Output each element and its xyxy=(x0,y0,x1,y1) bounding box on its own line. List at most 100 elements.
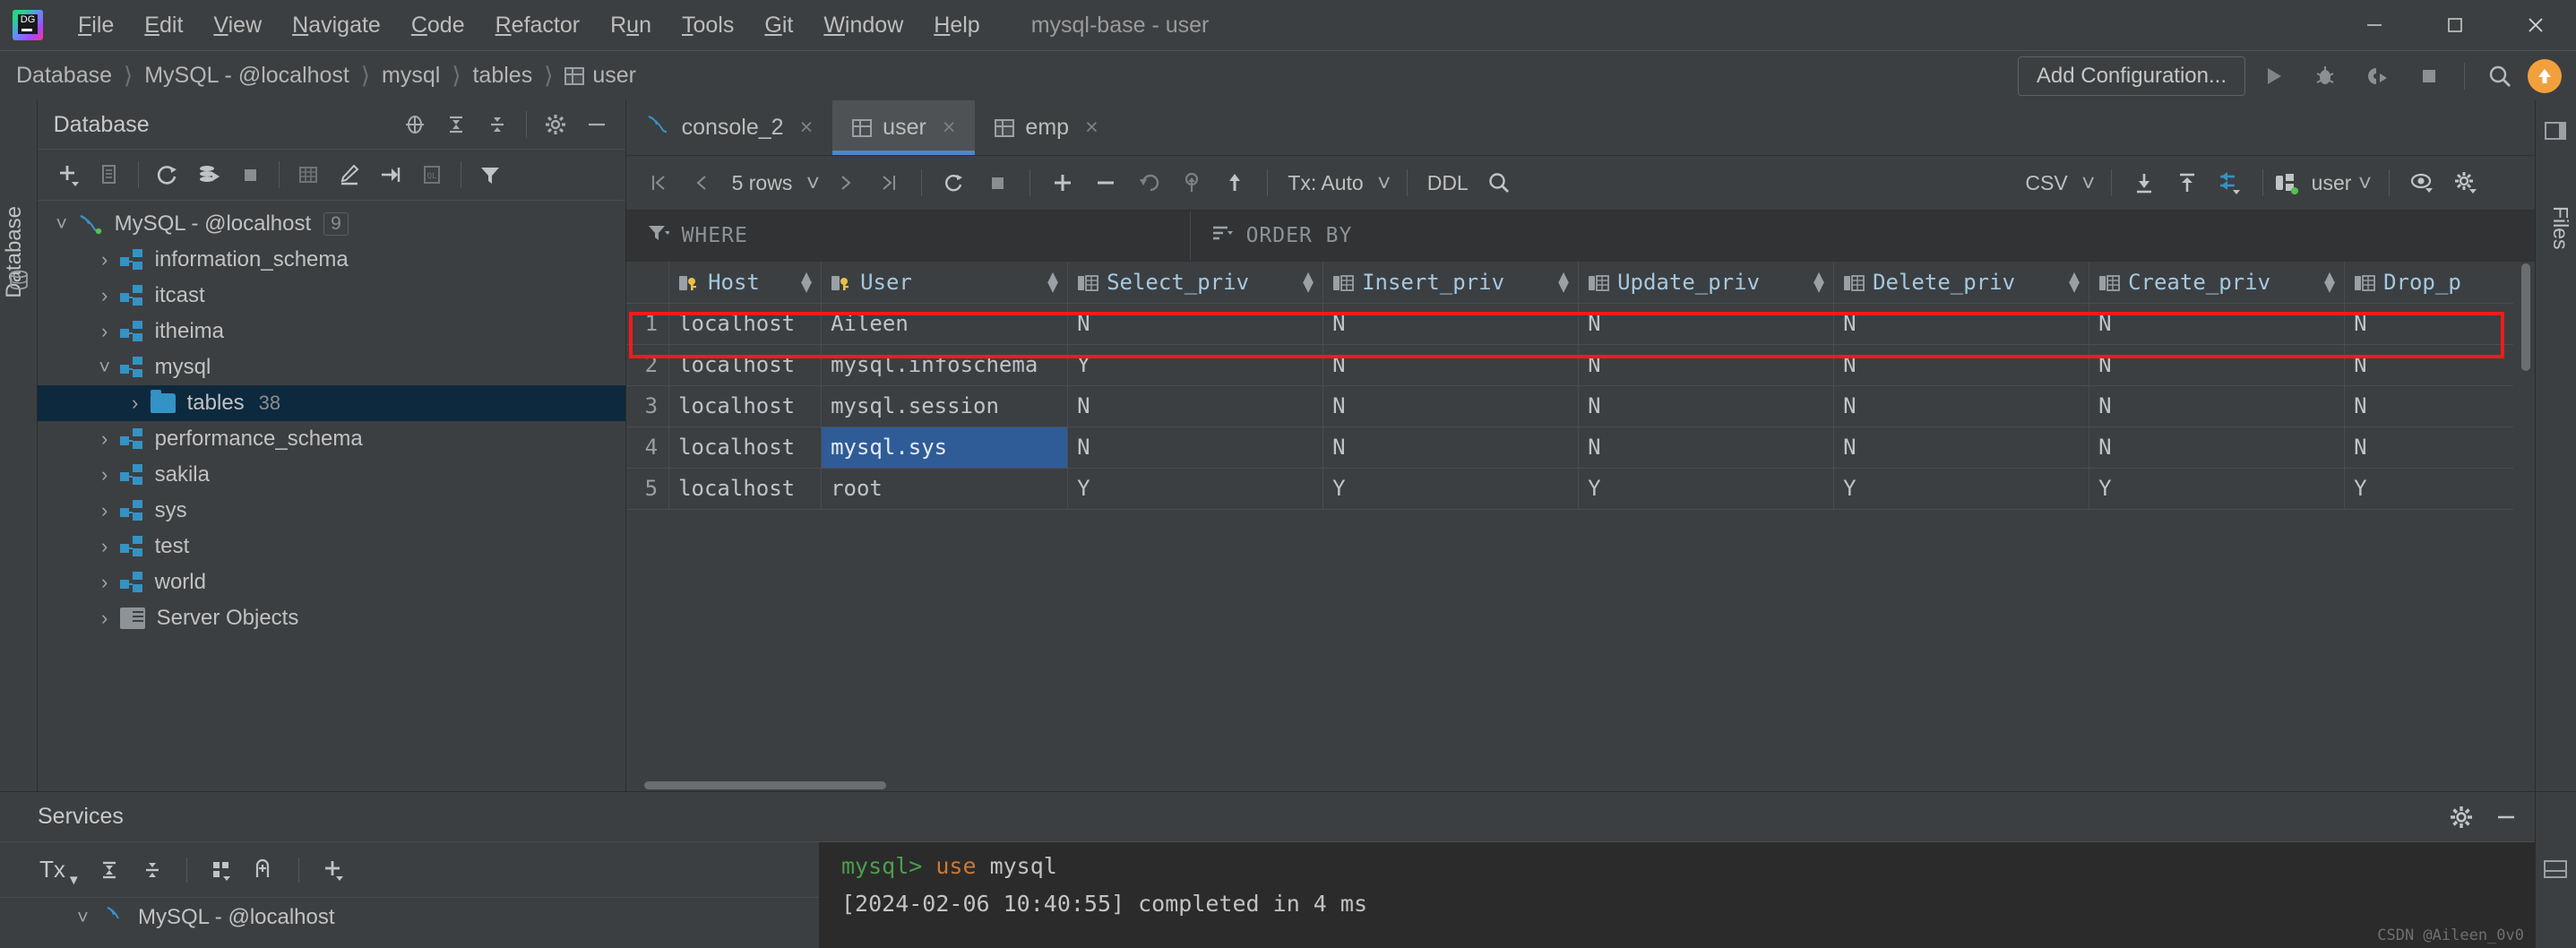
cell-drop_priv[interactable]: N xyxy=(2344,427,2536,469)
layout-icon[interactable] xyxy=(2543,858,2568,880)
tree-item-connection[interactable]: ˅ MySQL - @localhost 9 xyxy=(38,206,625,242)
services-tree-item[interactable]: ˅ MySQL - @localhost xyxy=(77,901,819,934)
tree-item-server-objects[interactable]: › Server Objects xyxy=(38,600,625,636)
filter-icon[interactable] xyxy=(470,155,510,194)
menu-edit[interactable]: Edit xyxy=(129,9,198,42)
prev-page-icon[interactable] xyxy=(680,161,723,204)
reload-icon[interactable] xyxy=(933,161,976,204)
cell-user-selected[interactable]: mysql.sys xyxy=(821,427,1069,469)
cell-create_priv[interactable]: N xyxy=(2089,385,2346,427)
add-row-icon[interactable] xyxy=(1041,161,1084,204)
chevron-down-icon[interactable]: ˅ xyxy=(1373,161,1396,204)
chevron-down-icon[interactable]: ˅ xyxy=(90,356,120,379)
cell-create_priv[interactable]: N xyxy=(2089,427,2346,469)
tab-console_2[interactable]: console_2 × xyxy=(626,100,833,155)
first-page-icon[interactable] xyxy=(637,161,680,204)
column-header-user[interactable]: User ▲ ▼ xyxy=(821,262,1069,304)
cell-delete_priv[interactable]: N xyxy=(1833,303,2090,345)
tree-item-sakila[interactable]: › sakila xyxy=(38,457,625,493)
chevron-right-icon[interactable]: › xyxy=(90,535,120,558)
cell-user[interactable]: mysql.session xyxy=(821,385,1069,427)
delete-row-icon[interactable] xyxy=(1084,161,1127,204)
close-icon[interactable]: × xyxy=(800,115,814,141)
group-icon[interactable] xyxy=(202,850,241,890)
cell-select_priv[interactable]: N xyxy=(1067,385,1324,427)
search-everywhere-icon[interactable] xyxy=(2476,56,2524,97)
cell-delete_priv[interactable]: N xyxy=(1833,385,2090,427)
transaction-mode-label[interactable]: Tx: Auto xyxy=(1279,171,1372,195)
jump-to-icon[interactable] xyxy=(371,155,410,194)
cell-user[interactable]: mysql.infoschema xyxy=(821,344,1069,386)
tree-item-mysql[interactable]: ˅ mysql xyxy=(38,349,625,385)
sort-indicator-icon[interactable]: ▲ ▼ xyxy=(1814,267,1824,295)
schema-selector-label[interactable]: user xyxy=(2312,171,2352,195)
cell-user[interactable]: root xyxy=(821,468,1069,510)
add-icon[interactable] xyxy=(314,850,353,890)
run-icon[interactable] xyxy=(2249,56,2297,97)
tree-item-world[interactable]: › world xyxy=(38,564,625,600)
table-row[interactable]: 1 localhost Aileen N N N N N N xyxy=(625,303,2536,345)
data-extractor-icon[interactable] xyxy=(2209,161,2252,204)
table-row[interactable]: 4 localhost mysql.sys N N N N N N xyxy=(625,427,2536,469)
cell-create_priv[interactable]: Y xyxy=(2089,468,2346,510)
where-filter[interactable]: WHERE xyxy=(626,211,1191,261)
debug-icon[interactable] xyxy=(2301,56,2349,97)
chevron-down-icon[interactable]: ˅ xyxy=(77,906,104,929)
expand-all-icon[interactable] xyxy=(436,105,476,144)
expand-all-icon[interactable] xyxy=(90,850,129,890)
chevron-right-icon[interactable]: › xyxy=(90,571,120,594)
stop-icon[interactable] xyxy=(976,161,1019,204)
menu-git[interactable]: Git xyxy=(749,9,808,42)
hide-icon[interactable] xyxy=(577,105,616,144)
chevron-right-icon[interactable]: › xyxy=(90,607,120,630)
vertical-scrollbar[interactable] xyxy=(2513,262,2536,791)
cell-delete_priv[interactable]: N xyxy=(1833,344,2090,386)
search-icon[interactable] xyxy=(1478,161,1521,204)
revert-icon[interactable] xyxy=(1127,161,1170,204)
menu-file[interactable]: File xyxy=(63,9,129,42)
row-count-label[interactable]: 5 rows xyxy=(723,171,802,195)
import-icon[interactable] xyxy=(2166,161,2209,204)
query-console-icon[interactable]: QL xyxy=(412,155,452,194)
settings-icon[interactable] xyxy=(2443,161,2486,204)
chevron-right-icon[interactable]: › xyxy=(90,320,120,343)
menu-window[interactable]: Window xyxy=(808,9,918,42)
chevron-down-icon[interactable]: ˅ xyxy=(47,212,77,236)
table-row[interactable]: 2 localhost mysql.infoschema Y N N N N N xyxy=(625,344,2536,386)
close-icon[interactable]: × xyxy=(1085,115,1098,141)
cell-delete_priv[interactable]: Y xyxy=(1833,468,2090,510)
tab-emp[interactable]: emp × xyxy=(975,100,1117,155)
sort-indicator-icon[interactable]: ▲ ▼ xyxy=(1047,267,1058,295)
chevron-right-icon[interactable]: › xyxy=(90,248,120,271)
cell-drop_priv[interactable]: N xyxy=(2344,385,2536,427)
table-row[interactable]: 5 localhost root Y Y Y Y Y Y xyxy=(625,468,2536,510)
menu-code[interactable]: Code xyxy=(396,9,480,42)
table-row[interactable]: 3 localhost mysql.session N N N N N N xyxy=(625,385,2536,427)
submit-icon[interactable] xyxy=(1213,161,1256,204)
menu-help[interactable]: Help xyxy=(918,9,995,42)
hide-icon[interactable] xyxy=(2486,797,2526,837)
chevron-right-icon[interactable]: › xyxy=(90,284,120,307)
stop-icon[interactable] xyxy=(2405,56,2453,97)
modify-icon[interactable] xyxy=(330,155,369,194)
cell-select_priv[interactable]: Y xyxy=(1067,468,1324,510)
cell-select_priv[interactable]: Y xyxy=(1067,344,1324,386)
run-sql-icon[interactable] xyxy=(189,155,228,194)
cell-drop_priv[interactable]: N xyxy=(2344,344,2536,386)
cell-insert_priv[interactable]: N xyxy=(1322,427,1580,469)
close-icon[interactable] xyxy=(2495,0,2576,50)
tree-item-sys[interactable]: › sys xyxy=(38,493,625,529)
breadcrumb-connection[interactable]: MySQL - @localhost xyxy=(144,63,349,89)
sort-indicator-icon[interactable]: ▲ ▼ xyxy=(2324,267,2335,295)
cell-host[interactable]: localhost xyxy=(668,344,823,386)
tree-item-information_schema[interactable]: › information_schema xyxy=(38,242,625,278)
chevron-down-icon[interactable]: ˅ xyxy=(2077,161,2100,204)
cell-host[interactable]: localhost xyxy=(668,385,823,427)
export-to-file-icon[interactable] xyxy=(2123,161,2166,204)
tab-user[interactable]: user × xyxy=(832,100,976,155)
last-page-icon[interactable] xyxy=(867,161,910,204)
menu-navigate[interactable]: Navigate xyxy=(277,9,396,42)
sort-icon[interactable] xyxy=(1210,221,1234,250)
cell-update_priv[interactable]: N xyxy=(1578,303,1835,345)
breadcrumb-tables[interactable]: tables xyxy=(472,63,532,89)
